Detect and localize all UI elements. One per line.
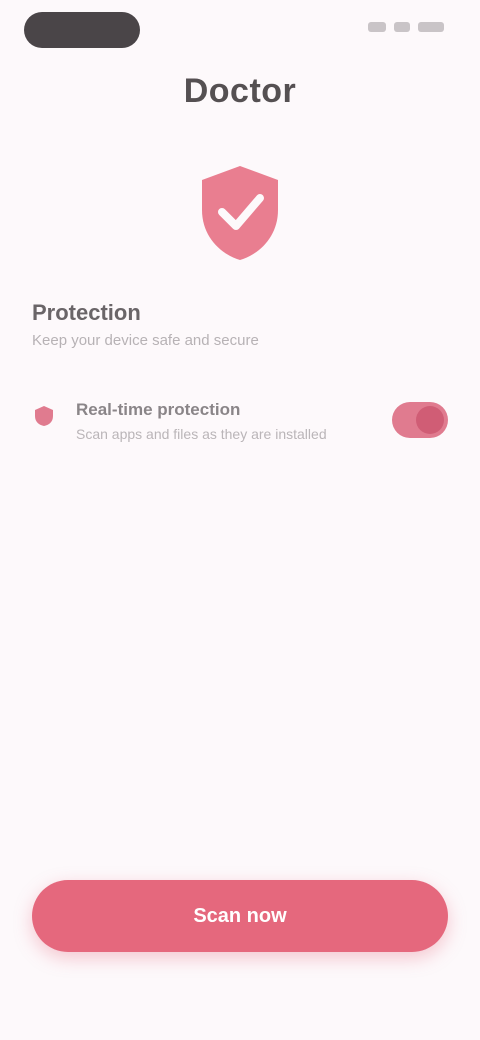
status-time-pill xyxy=(24,12,140,48)
signal-icon xyxy=(368,22,386,32)
status-icons xyxy=(368,22,444,32)
setting-title: Real-time protection xyxy=(76,400,241,419)
wifi-icon xyxy=(394,22,410,32)
status-bar xyxy=(0,0,480,64)
battery-icon xyxy=(418,22,444,32)
section-title: Protection xyxy=(32,300,141,325)
shield-small-icon xyxy=(32,404,56,428)
setting-description: Scan apps and files as they are installe… xyxy=(76,426,327,442)
shield-check-icon xyxy=(192,160,288,264)
section-subtitle: Keep your device safe and secure xyxy=(32,332,259,349)
scan-button[interactable]: Scan now xyxy=(32,880,448,952)
toggle-knob xyxy=(416,406,444,434)
setting-row-realtime-protection[interactable]: Real-time protection Scan apps and files… xyxy=(24,392,456,464)
protection-toggle[interactable] xyxy=(392,402,448,438)
page-title: Doctor xyxy=(183,72,297,110)
